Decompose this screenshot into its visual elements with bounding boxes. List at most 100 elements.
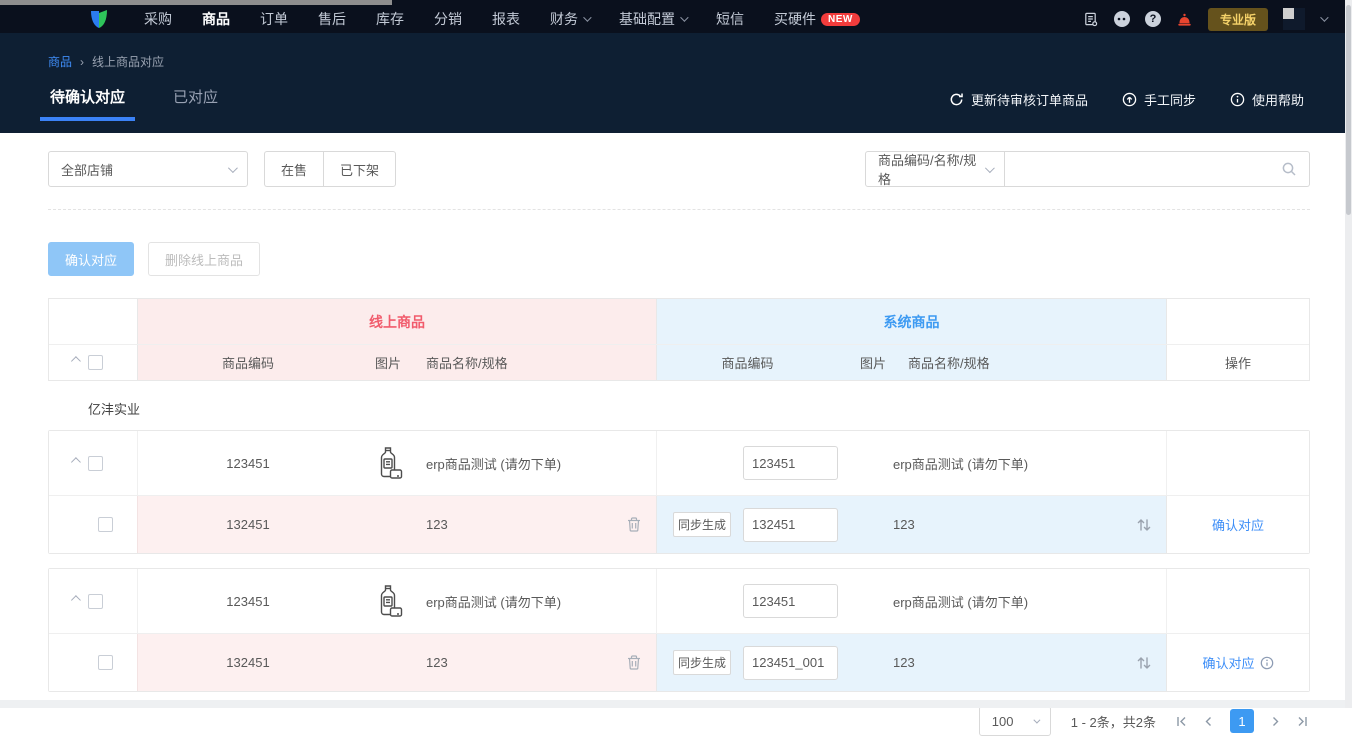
breadcrumb-separator: › — [80, 55, 84, 69]
online-product-code: 132451 — [138, 517, 358, 532]
nav-item-orders[interactable]: 订单 — [260, 9, 288, 29]
pagination-page-1[interactable]: 1 — [1230, 709, 1254, 733]
chevron-down-icon — [228, 163, 238, 173]
nav-item-purchase[interactable]: 采购 — [144, 9, 172, 29]
delete-trash-icon[interactable] — [612, 516, 656, 533]
scrollbar-thumb[interactable] — [1346, 5, 1351, 215]
delete-online-product-button[interactable]: 删除线上商品 — [148, 242, 260, 276]
nav-item-finance[interactable]: 财务 — [550, 9, 589, 29]
system-code-input[interactable] — [743, 508, 838, 542]
user-menu-chevron-icon[interactable] — [1320, 13, 1328, 21]
online-product-code: 123451 — [138, 456, 358, 471]
collapse-row-caret[interactable] — [71, 460, 78, 467]
operation-column-header: 操作 — [1167, 345, 1309, 380]
system-code-input[interactable] — [743, 446, 838, 480]
delete-trash-icon[interactable] — [612, 654, 656, 671]
nav-item-distribution[interactable]: 分销 — [434, 9, 462, 29]
row-checkbox[interactable] — [98, 517, 113, 532]
select-all-checkbox[interactable] — [88, 355, 103, 370]
pagination-last-button[interactable] — [1297, 716, 1308, 727]
help-question-icon[interactable]: ? — [1145, 11, 1161, 27]
chevron-up-icon — [71, 356, 81, 366]
breadcrumb-parent[interactable]: 商品 — [48, 53, 72, 70]
window-top-strip — [0, 0, 392, 5]
product-image-icon — [358, 446, 418, 480]
off-shelf-button[interactable]: 已下架 — [323, 151, 396, 187]
pagination-range-text: 1 - 2条，共2条 — [1071, 712, 1156, 731]
breadcrumb: 商品 › 线上商品对应 — [48, 33, 1304, 70]
online-product-group-header: 线上商品 — [137, 299, 657, 344]
dashed-separator — [48, 209, 1310, 210]
order-list-icon[interactable] — [1082, 11, 1099, 28]
chevron-down-icon — [985, 163, 995, 173]
chevron-up-icon — [71, 457, 81, 467]
vertical-scrollbar[interactable] — [1345, 0, 1352, 708]
plan-badge[interactable]: 专业版 — [1208, 8, 1268, 31]
search-input[interactable] — [1005, 152, 1269, 186]
confirm-match-link[interactable]: 确认对应 — [1202, 653, 1273, 672]
tab-matched[interactable]: 已对应 — [171, 86, 220, 121]
pagination-first-button[interactable] — [1176, 716, 1187, 727]
product-image-icon — [358, 584, 418, 618]
user-avatar[interactable] — [1283, 8, 1305, 30]
nav-item-products[interactable]: 商品 — [202, 9, 230, 29]
refresh-icon — [949, 92, 964, 107]
confirm-match-button[interactable]: 确认对应 — [48, 242, 134, 276]
product-match-card: 123451 erp商品测试 (请勿下单) erp商品测试 (请勿下单) — [48, 430, 1310, 554]
nav-item-inventory[interactable]: 库存 — [376, 9, 404, 29]
confirm-match-link[interactable]: 确认对应 — [1212, 515, 1264, 534]
swap-match-icon[interactable] — [1122, 516, 1166, 534]
online-product-name: 123 — [418, 655, 612, 670]
online-name-column-header: 商品名称/规格 — [418, 353, 612, 372]
chevron-down-icon — [1033, 716, 1040, 723]
chat-icon[interactable] — [1114, 11, 1130, 27]
info-icon — [1230, 92, 1245, 107]
system-code-column-header: 商品编码 — [657, 353, 838, 372]
pagination-next-button[interactable] — [1270, 716, 1281, 727]
system-product-name: erp商品测试 (请勿下单) — [838, 454, 1122, 473]
refresh-pending-orders-button[interactable]: 更新待审核订单商品 — [949, 90, 1088, 109]
sync-upload-icon — [1122, 92, 1137, 107]
tab-pending-match[interactable]: 待确认对应 — [48, 86, 127, 121]
search-icon[interactable] — [1269, 161, 1309, 177]
row-checkbox[interactable] — [88, 456, 103, 471]
chevron-down-icon — [583, 13, 591, 21]
manual-sync-button[interactable]: 手工同步 — [1122, 90, 1196, 109]
footer-strip — [0, 700, 1352, 708]
system-product-name: 123 — [838, 655, 1122, 670]
on-sale-button[interactable]: 在售 — [264, 151, 323, 187]
search-field-select[interactable]: 商品编码/名称/规格 — [865, 151, 1005, 187]
nav-item-reports[interactable]: 报表 — [492, 9, 520, 29]
online-image-column-header: 图片 — [358, 353, 418, 372]
page-subheader: 商品 › 线上商品对应 待确认对应 已对应 更新待审核订单商品 手工同步 使用帮… — [0, 33, 1352, 133]
sync-generated-tag: 同步生成 — [673, 650, 731, 675]
product-match-card: 123451 erp商品测试 (请勿下单) erp商品测试 (请勿下单) — [48, 568, 1310, 692]
system-code-input[interactable] — [743, 584, 838, 618]
collapse-row-caret[interactable] — [71, 598, 78, 605]
row-checkbox[interactable] — [98, 655, 113, 670]
shop-select[interactable]: 全部店铺 — [48, 151, 248, 187]
chevron-up-icon — [71, 595, 81, 605]
logo-icon — [89, 8, 109, 30]
online-product-name: erp商品测试 (请勿下单) — [418, 592, 612, 611]
alarm-bell-icon[interactable] — [1176, 11, 1193, 28]
nav-item-base-config[interactable]: 基础配置 — [619, 9, 686, 29]
collapse-all-caret[interactable] — [71, 359, 78, 366]
system-name-column-header: 商品名称/规格 — [908, 353, 1166, 372]
nav-item-sms[interactable]: 短信 — [716, 9, 744, 29]
online-product-code: 132451 — [138, 655, 358, 670]
system-code-input[interactable] — [743, 646, 838, 680]
usage-help-button[interactable]: 使用帮助 — [1230, 90, 1304, 109]
pagination-prev-button[interactable] — [1203, 716, 1214, 727]
system-product-group-header: 系统商品 — [657, 299, 1167, 344]
filter-row: 全部店铺 在售 已下架 商品编码/名称/规格 — [48, 151, 1310, 187]
nav-item-buy-hardware[interactable]: 买硬件 NEW — [774, 9, 860, 29]
online-code-column-header: 商品编码 — [138, 353, 358, 372]
system-product-name: 123 — [838, 517, 1122, 532]
app-logo[interactable] — [88, 8, 110, 30]
row-checkbox[interactable] — [88, 594, 103, 609]
breadcrumb-current: 线上商品对应 — [92, 53, 164, 70]
page-size-select[interactable]: 100 — [979, 706, 1051, 736]
nav-item-aftersales[interactable]: 售后 — [318, 9, 346, 29]
swap-match-icon[interactable] — [1122, 654, 1166, 672]
